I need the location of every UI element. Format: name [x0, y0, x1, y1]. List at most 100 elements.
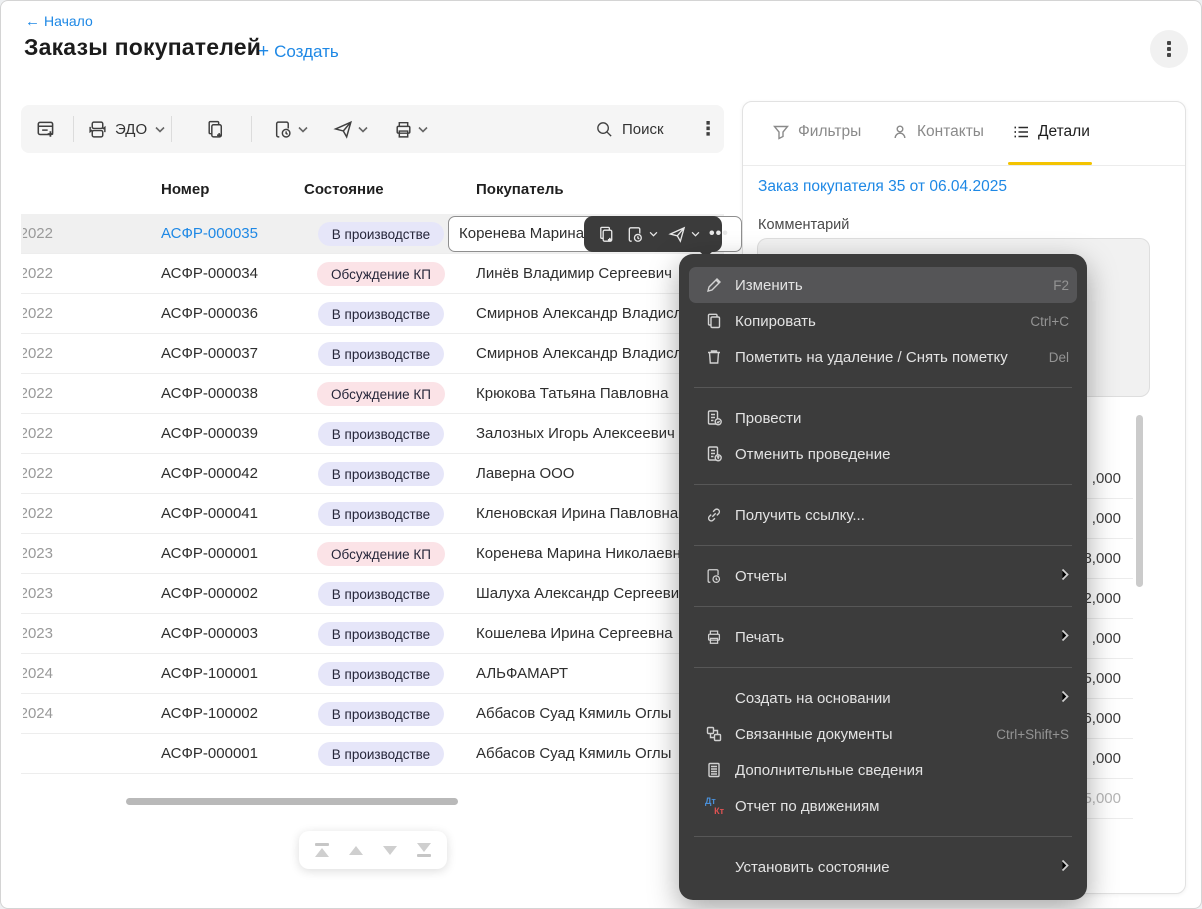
status-badge: В производстве	[317, 222, 445, 246]
new-document-button[interactable]	[35, 105, 57, 153]
status-badge: В производстве	[317, 742, 445, 766]
report-icon	[704, 566, 724, 586]
status-badge: В производстве	[317, 462, 445, 486]
toolbar-more-button[interactable]: ⋮	[693, 105, 723, 153]
submenu-arrow-icon	[1061, 690, 1069, 707]
row-copy-button[interactable]	[594, 225, 619, 244]
search-button[interactable]: Поиск	[595, 105, 668, 153]
panel-tabs: Фильтры Контакты Детали	[743, 114, 1185, 166]
menu-item-get-link[interactable]: Получить ссылку...	[679, 497, 1087, 533]
related-documents-icon	[704, 724, 724, 744]
status-badge: Обсуждение КП	[317, 542, 445, 566]
table-row[interactable]: 2023 АСФР-000003 В производстве Кошелева…	[21, 614, 724, 654]
tab-contacts[interactable]: Контакты	[891, 114, 984, 150]
filter-icon	[773, 125, 789, 140]
search-label: Поиск	[622, 120, 664, 138]
go-next-button[interactable]	[373, 831, 407, 869]
status-badge: Обсуждение КП	[317, 262, 445, 286]
page-menu-button[interactable]	[1150, 30, 1188, 68]
vertical-scrollbar[interactable]	[1136, 415, 1143, 587]
divider	[694, 667, 1072, 668]
chevron-down-icon	[155, 120, 165, 138]
table-row[interactable]: 2022 АСФР-000041 В производстве Кленовск…	[21, 494, 724, 534]
menu-item-related-documents[interactable]: Связанные документы Ctrl+Shift+S	[679, 716, 1087, 752]
column-header-number[interactable]: Номер	[161, 181, 209, 198]
create-button[interactable]: + Создать	[258, 41, 339, 63]
pagination-panel	[299, 831, 447, 869]
tab-filters[interactable]: Фильтры	[772, 114, 861, 150]
table-row[interactable]: АСФР-000001 В производстве Аббасов Суад …	[21, 734, 724, 774]
print-button[interactable]	[393, 105, 428, 153]
table-row[interactable]: 2022 АСФР-000039 В производстве Залозных…	[21, 414, 724, 454]
menu-item-print[interactable]: Печать	[679, 619, 1087, 655]
table-row[interactable]: 2022 АСФР-000037 В производстве Смирнов …	[21, 334, 724, 374]
menu-item-edit[interactable]: Изменить F2	[689, 267, 1077, 303]
menu-item-set-state[interactable]: Установить состояние	[679, 849, 1087, 885]
divider	[694, 836, 1072, 837]
status-badge: В производстве	[317, 342, 445, 366]
go-last-button[interactable]	[407, 831, 441, 869]
new-document-icon	[37, 121, 54, 137]
edo-button[interactable]: ЭДО	[87, 105, 165, 153]
menu-item-reports[interactable]: Отчеты	[679, 558, 1087, 594]
row-reports-button[interactable]	[623, 225, 661, 244]
horizontal-scrollbar[interactable]	[126, 798, 458, 805]
back-link[interactable]: ← Начало	[25, 13, 93, 30]
table-row[interactable]: 2024 АСФР-100001 В производстве АЛЬФАМАР…	[21, 654, 724, 694]
divider	[694, 387, 1072, 388]
customer-orders-page: ← Начало Заказы покупателей + Создать ЭДО	[0, 0, 1202, 909]
status-badge: Обсуждение КП	[317, 382, 445, 406]
list-toolbar: ЭДО Поиск ⋮	[21, 105, 724, 153]
edo-documents-icon	[89, 120, 106, 138]
chevron-down-icon	[418, 120, 428, 138]
table-row[interactable]: 2022 АСФР-000042 В производстве Лаверна …	[21, 454, 724, 494]
menu-item-unpost[interactable]: Отменить проведение	[679, 436, 1087, 472]
order-number-link[interactable]: АСФР-000035	[161, 214, 258, 254]
table-row[interactable]: 2023 АСФР-000001 Обсуждение КП Коренева …	[21, 534, 724, 574]
table-row[interactable]: 2022 АСФР-000036 В производстве Смирнов …	[21, 294, 724, 334]
go-first-button[interactable]	[305, 831, 339, 869]
context-menu: Изменить F2 Копировать Ctrl+C Пометить н…	[679, 254, 1087, 900]
table-row[interactable]: 2024 АСФР-100002 В производстве Аббасов …	[21, 694, 724, 734]
print-icon	[704, 627, 724, 647]
page-title: Заказы покупателей	[24, 34, 262, 60]
divider	[694, 545, 1072, 546]
reports-button[interactable]	[273, 105, 308, 153]
send-icon	[668, 226, 686, 243]
submenu-arrow-icon	[1061, 568, 1069, 585]
post-document-icon	[704, 408, 724, 428]
menu-item-additional-info[interactable]: Дополнительные сведения	[679, 752, 1087, 788]
menu-item-create-based-on[interactable]: Создать на основании	[679, 680, 1087, 716]
column-header-status[interactable]: Состояние	[304, 181, 384, 198]
menu-item-post[interactable]: Провести	[679, 400, 1087, 436]
send-button[interactable]	[333, 105, 368, 153]
comment-label: Комментарий	[758, 217, 850, 233]
divider	[171, 116, 172, 142]
report-icon	[628, 226, 642, 242]
menu-item-copy[interactable]: Копировать Ctrl+C	[679, 303, 1087, 339]
search-icon	[597, 121, 612, 137]
row-send-button[interactable]	[665, 225, 703, 244]
submenu-arrow-icon	[1061, 629, 1069, 646]
table-row[interactable]: 2022 АСФР-000038 Обсуждение КП Крюкова Т…	[21, 374, 724, 414]
chevron-down-icon	[691, 231, 700, 237]
orders-table: 2022 АСФР-000035 В производстве Коренева…	[21, 214, 742, 774]
pencil-icon	[704, 275, 724, 295]
menu-item-movements-report[interactable]: Дт Кт Отчет по движениям	[679, 788, 1087, 824]
edo-label: ЭДО	[115, 120, 148, 138]
plus-icon: +	[258, 41, 270, 62]
status-badge: В производстве	[317, 302, 445, 326]
status-badge: В производстве	[317, 622, 445, 646]
column-header-buyer[interactable]: Покупатель	[476, 181, 564, 198]
table-row[interactable]: 2023 АСФР-000002 В производстве Шалуха А…	[21, 574, 724, 614]
go-previous-button[interactable]	[339, 831, 373, 869]
row-more-button[interactable]: •••	[707, 225, 731, 243]
copy-button[interactable]	[205, 105, 226, 153]
table-row[interactable]: 2022 АСФР-000034 Обсуждение КП Линёв Вла…	[21, 254, 724, 294]
link-icon	[704, 505, 724, 525]
menu-item-mark-deletion[interactable]: Пометить на удаление / Снять пометку Del	[679, 339, 1087, 375]
person-icon	[894, 125, 906, 139]
tab-details[interactable]: Детали	[1012, 114, 1090, 150]
order-document-link[interactable]: Заказ покупателя 35 от 06.04.2025	[758, 178, 1007, 196]
row-quick-toolbar: •••	[584, 216, 728, 252]
